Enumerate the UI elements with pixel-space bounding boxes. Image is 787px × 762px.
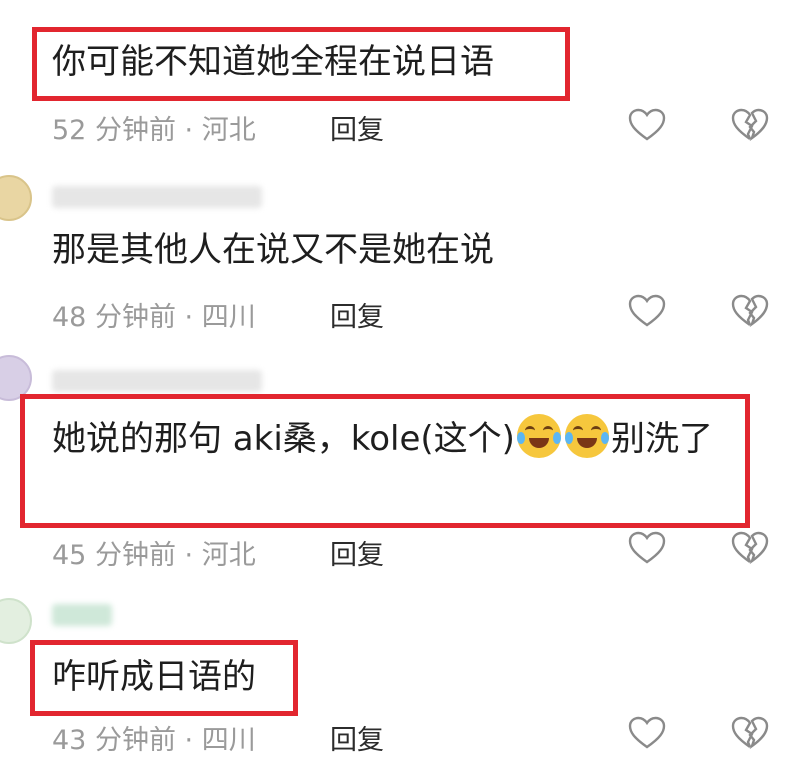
comment-location: 河北 bbox=[201, 540, 256, 571]
laughing-crying-emoji-icon bbox=[564, 414, 609, 458]
comment-text: 那是其他人在说又不是她在说 bbox=[52, 230, 494, 270]
laughing-crying-emoji-icon bbox=[516, 414, 561, 458]
dislike-broken-heart-icon[interactable] bbox=[731, 294, 769, 328]
comment-location: 四川 bbox=[201, 725, 256, 756]
reply-button[interactable]: 回复 bbox=[330, 533, 384, 572]
blurred-username bbox=[52, 604, 112, 626]
dislike-broken-heart-icon[interactable] bbox=[731, 531, 769, 565]
comment-meta: 43 分钟前 · 四川 bbox=[52, 725, 256, 756]
blurred-username bbox=[52, 186, 262, 208]
like-heart-icon[interactable] bbox=[628, 531, 666, 565]
comment-meta: 52 分钟前 · 河北 bbox=[52, 115, 256, 146]
comment-time: 45 分钟前 bbox=[52, 540, 176, 571]
comment-location: 河北 bbox=[201, 115, 256, 146]
comment-time: 48 分钟前 bbox=[52, 302, 176, 333]
dislike-broken-heart-icon[interactable] bbox=[731, 108, 769, 142]
blurred-username bbox=[52, 370, 262, 392]
comment-time: 43 分钟前 bbox=[52, 725, 176, 756]
comment-text: 她说的那句 aki桑，kole(这个) 别洗了 bbox=[52, 414, 752, 463]
comment-meta: 45 分钟前 · 河北 bbox=[52, 540, 256, 571]
avatar[interactable] bbox=[0, 598, 32, 644]
like-heart-icon[interactable] bbox=[628, 716, 666, 750]
comment-text: 你可能不知道她全程在说日语 bbox=[52, 42, 494, 82]
like-heart-icon[interactable] bbox=[628, 108, 666, 142]
reply-button[interactable]: 回复 bbox=[330, 718, 384, 757]
reply-button[interactable]: 回复 bbox=[330, 295, 384, 334]
comment-meta: 48 分钟前 · 四川 bbox=[52, 302, 256, 333]
comment-text: 咋听成日语的 bbox=[52, 657, 256, 697]
dislike-broken-heart-icon[interactable] bbox=[731, 716, 769, 750]
comment-location: 四川 bbox=[201, 302, 256, 333]
avatar[interactable] bbox=[0, 175, 32, 221]
like-heart-icon[interactable] bbox=[628, 294, 666, 328]
comment-time: 52 分钟前 bbox=[52, 115, 176, 146]
reply-button[interactable]: 回复 bbox=[330, 108, 384, 147]
